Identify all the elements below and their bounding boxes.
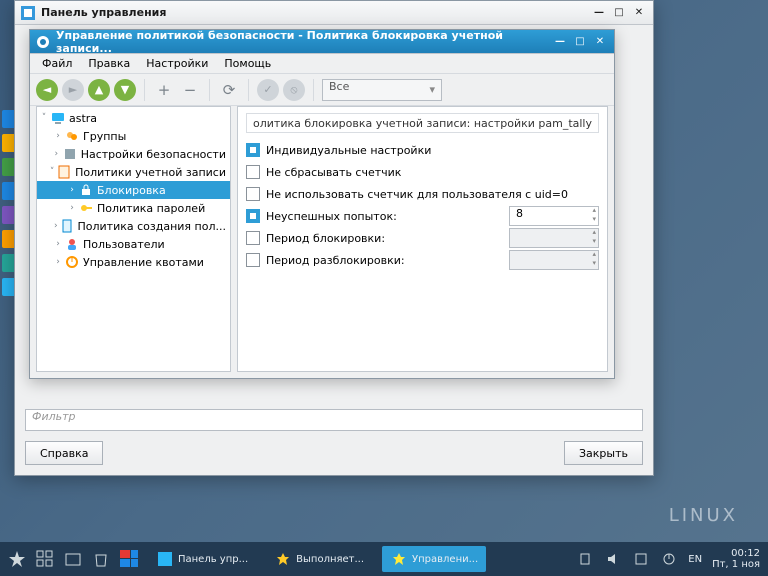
- task-icon: [156, 550, 174, 568]
- checkbox-fail-attempts[interactable]: [246, 209, 260, 223]
- nav-forward-icon[interactable]: ►: [62, 79, 84, 101]
- taskbar: Панель упр... Выполняет... Управлени... …: [0, 542, 768, 576]
- menubar: Файл Правка Настройки Помощь: [30, 54, 614, 74]
- checkbox-individual[interactable]: [246, 143, 260, 157]
- inner-titlebar[interactable]: Управление политикой безопасности - Поли…: [30, 30, 614, 54]
- nav-up-icon[interactable]: ▲: [88, 79, 110, 101]
- security-policy-window: Управление политикой безопасности - Поли…: [29, 29, 615, 379]
- row-lock-period: Период блокировки:: [246, 227, 599, 249]
- quota-icon: [65, 255, 79, 269]
- checkbox-unlock-period[interactable]: [246, 253, 260, 267]
- files-icon[interactable]: [64, 550, 82, 568]
- menu-edit[interactable]: Правка: [80, 55, 138, 72]
- menu-help[interactable]: Помощь: [216, 55, 279, 72]
- tree-item-users[interactable]: › Пользователи: [37, 235, 230, 253]
- outer-titlebar[interactable]: Панель управления — □ ✕: [15, 1, 653, 25]
- tray-network-icon[interactable]: [632, 550, 650, 568]
- checkbox-no-reset[interactable]: [246, 165, 260, 179]
- app-icon: [36, 35, 50, 49]
- key-icon: [79, 201, 93, 215]
- cancel-icon[interactable]: ⦸: [283, 79, 305, 101]
- trash-icon[interactable]: [92, 550, 110, 568]
- inner-title: Управление политикой безопасности - Поли…: [56, 29, 548, 55]
- settings-icon: [63, 147, 77, 161]
- row-individual-settings: Индивидуальные настройки: [246, 139, 599, 161]
- spin-lock-period[interactable]: [509, 228, 599, 248]
- desktop-logo: LINUX: [669, 505, 738, 526]
- tree-root[interactable]: ˅ astra: [37, 109, 230, 127]
- lock-icon: [79, 183, 93, 197]
- maximize-button[interactable]: □: [572, 35, 588, 49]
- menu-settings[interactable]: Настройки: [138, 55, 216, 72]
- tray-power-icon[interactable]: [660, 550, 678, 568]
- apply-icon[interactable]: ✓: [257, 79, 279, 101]
- tree-item-creation-policy[interactable]: › Политика создания пол...: [37, 217, 230, 235]
- tray-usb-icon[interactable]: [576, 550, 594, 568]
- tray-lang[interactable]: EN: [688, 554, 702, 565]
- app-icon: [21, 6, 35, 20]
- toolbar: ◄ ► ▲ ▼ + − ⟳ ✓ ⦸ Все: [30, 74, 614, 106]
- checkbox-uid0[interactable]: [246, 187, 260, 201]
- users-icon: [65, 237, 79, 251]
- tree-item-password-policy[interactable]: › Политика паролей: [37, 199, 230, 217]
- apps-icon[interactable]: [36, 550, 54, 568]
- tree-item-security[interactable]: › Настройки безопасности: [37, 145, 230, 163]
- task-control-panel[interactable]: Панель упр...: [148, 546, 256, 572]
- filter-select[interactable]: Все: [322, 79, 442, 101]
- content-header: олитика блокировка учетной записи: настр…: [246, 113, 599, 133]
- close-button[interactable]: ✕: [631, 6, 647, 20]
- spin-unlock-period[interactable]: [509, 250, 599, 270]
- close-button[interactable]: Закрыть: [564, 441, 643, 465]
- nav-back-icon[interactable]: ◄: [36, 79, 58, 101]
- minimize-button[interactable]: —: [591, 6, 607, 20]
- policy-icon: [57, 165, 71, 179]
- minimize-button[interactable]: —: [552, 35, 568, 49]
- maximize-button[interactable]: □: [611, 6, 627, 20]
- row-fail-attempts: Неуспешных попыток: 8: [246, 205, 599, 227]
- refresh-icon[interactable]: ⟳: [218, 79, 240, 101]
- outer-title: Панель управления: [41, 6, 587, 19]
- close-button[interactable]: ✕: [592, 35, 608, 49]
- remove-icon[interactable]: −: [179, 79, 201, 101]
- groups-icon: [65, 129, 79, 143]
- task-running[interactable]: Выполняет...: [266, 546, 372, 572]
- row-no-reset: Не сбрасывать счетчик: [246, 161, 599, 183]
- add-icon[interactable]: +: [153, 79, 175, 101]
- checkbox-lock-period[interactable]: [246, 231, 260, 245]
- start-icon[interactable]: [8, 550, 26, 568]
- doc-icon: [60, 219, 74, 233]
- task-icon: [390, 550, 408, 568]
- tray-volume-icon[interactable]: [604, 550, 622, 568]
- spin-fail-attempts[interactable]: 8: [509, 206, 599, 226]
- nav-down-icon[interactable]: ▼: [114, 79, 136, 101]
- tree-item-account-policies[interactable]: ˅ Политики учетной записи: [37, 163, 230, 181]
- workspaces-icon[interactable]: [120, 550, 138, 568]
- menu-file[interactable]: Файл: [34, 55, 80, 72]
- computer-icon: [51, 111, 65, 125]
- content-pane: олитика блокировка учетной записи: настр…: [237, 106, 608, 372]
- tree-pane: ˅ astra › Группы › Настройки безопасност…: [36, 106, 231, 372]
- tree-item-groups[interactable]: › Группы: [37, 127, 230, 145]
- control-panel-window: Панель управления — □ ✕ Управление полит…: [14, 0, 654, 476]
- task-security-mgmt[interactable]: Управлени...: [382, 546, 486, 572]
- filter-input[interactable]: Фильтр: [25, 409, 643, 431]
- tree-item-quotas[interactable]: › Управление квотами: [37, 253, 230, 271]
- help-button[interactable]: Справка: [25, 441, 103, 465]
- tree-item-lockout[interactable]: › Блокировка: [37, 181, 230, 199]
- row-uid0: Не использовать счетчик для пользователя…: [246, 183, 599, 205]
- tray: EN 00:12 Пт, 1 ноя: [576, 548, 760, 570]
- outer-bottom: Фильтр Справка Закрыть: [25, 409, 643, 465]
- task-icon: [274, 550, 292, 568]
- row-unlock-period: Период разблокировки:: [246, 249, 599, 271]
- tray-clock[interactable]: 00:12 Пт, 1 ноя: [712, 548, 760, 570]
